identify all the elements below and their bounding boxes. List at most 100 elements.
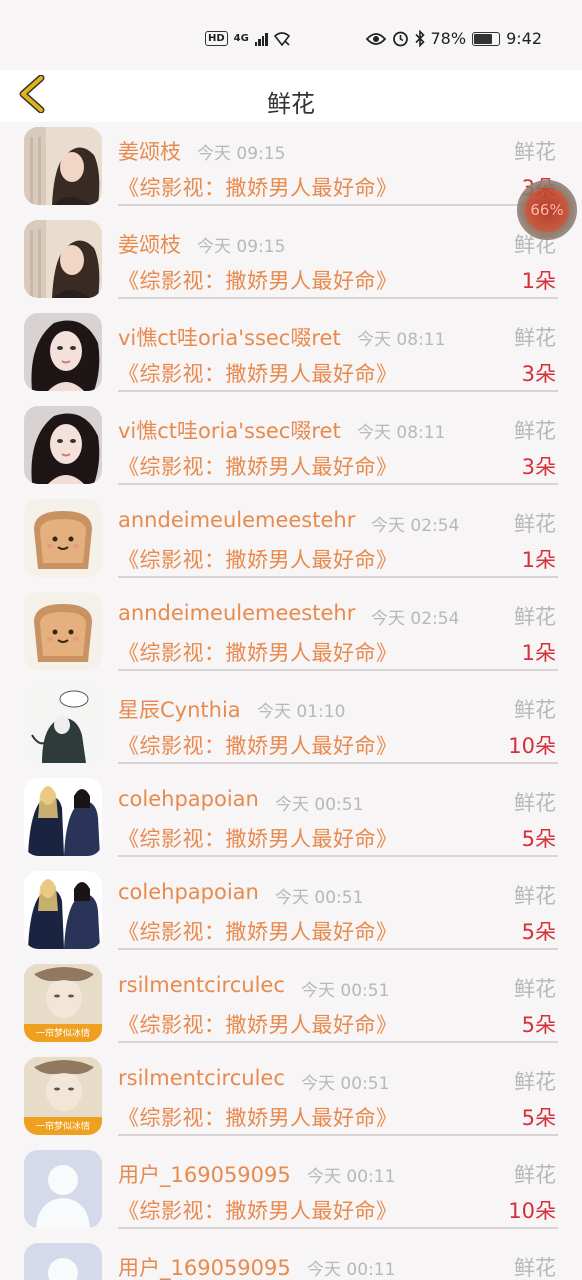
book-title[interactable]: 《综影视：撒娇男人最好命》 bbox=[118, 730, 398, 760]
user-name[interactable]: colehpapoian bbox=[118, 787, 259, 811]
signal-icon bbox=[254, 32, 268, 46]
floating-progress-badge[interactable]: 66% bbox=[517, 180, 577, 240]
book-title[interactable]: 《综影视：撒娇男人最好命》 bbox=[118, 358, 398, 388]
avatar[interactable] bbox=[24, 1243, 102, 1280]
avatar[interactable] bbox=[24, 685, 102, 763]
app-header: 鲜花 bbox=[0, 70, 582, 122]
row-divider bbox=[118, 576, 558, 578]
user-name[interactable]: rsilmentcirculec bbox=[118, 973, 285, 997]
flower-count: 1朵 bbox=[521, 269, 556, 293]
flower-count: 3朵 bbox=[521, 362, 556, 386]
user-name[interactable]: vi憔ct哇oria'ssec啜ret bbox=[118, 322, 341, 352]
list-item[interactable]: 用户_169059095今天 00:11鲜花《综影视：撒娇男人最好命》10朵 bbox=[0, 1238, 582, 1280]
avatar[interactable] bbox=[24, 778, 102, 856]
avatar[interactable] bbox=[24, 127, 102, 205]
row-divider bbox=[118, 483, 558, 485]
book-title[interactable]: 《综影视：撒娇男人最好命》 bbox=[118, 823, 398, 853]
avatar[interactable]: 一帘梦似冰情 bbox=[24, 964, 102, 1042]
wifi-off-icon bbox=[273, 31, 290, 46]
timestamp: 今天 00:51 bbox=[301, 981, 390, 1001]
status-bar: HD 4G 78% 9:42 bbox=[0, 0, 582, 70]
avatar[interactable] bbox=[24, 313, 102, 391]
flower-count: 1朵 bbox=[521, 548, 556, 572]
timestamp: 今天 09:15 bbox=[197, 237, 286, 257]
eye-icon bbox=[365, 32, 386, 45]
user-name[interactable]: anndeimeulemeestehr bbox=[118, 508, 355, 532]
timestamp: 今天 00:11 bbox=[307, 1260, 396, 1280]
avatar-caption: 一帘梦似冰情 bbox=[35, 1029, 90, 1039]
gift-type: 鲜花 bbox=[514, 419, 556, 443]
list-item[interactable]: colehpapoian 今天 00:51 鲜花 《综影视：撒娇男人最好命》 5朵 bbox=[0, 773, 582, 866]
list-item[interactable]: vi憔ct哇oria'ssec啜ret 今天 08:11 鲜花《综影视：撒娇男人最好… bbox=[0, 401, 582, 494]
flower-count: 3朵 bbox=[521, 455, 556, 479]
avatar[interactable]: 一帘梦似冰情 bbox=[24, 1057, 102, 1135]
avatar[interactable] bbox=[24, 220, 102, 298]
user-name[interactable]: colehpapoian bbox=[118, 880, 259, 904]
battery-percent: 78% bbox=[430, 29, 467, 48]
avatar[interactable] bbox=[24, 871, 102, 949]
avatar-caption: 一帘梦似冰情 bbox=[35, 1122, 90, 1132]
hd-indicator: HD bbox=[205, 31, 228, 46]
timestamp: 今天 00:51 bbox=[301, 1074, 390, 1094]
list-item[interactable]: 一帘梦似冰情 rsilmentcirculec 今天 00:51 鲜花《综影视：撒娇男… bbox=[0, 959, 582, 1052]
timestamp: 今天 09:15 bbox=[197, 144, 286, 164]
avatar[interactable] bbox=[24, 499, 102, 577]
list-item[interactable]: 一帘梦似冰情 rsilmentcirculec 今天 00:51 鲜花《综影视：撒娇男… bbox=[0, 1052, 582, 1145]
gift-type: 鲜花 bbox=[514, 326, 556, 350]
book-title[interactable]: 《综影视：撒娇男人最好命》 bbox=[118, 916, 398, 946]
row-divider bbox=[118, 762, 558, 764]
list-item[interactable]: 姜颂枝 今天 09:15 鲜花 《综影视：撒娇男人最好命》 1朵 bbox=[0, 215, 582, 308]
gift-type: 鲜花 bbox=[514, 140, 556, 164]
flower-count: 5朵 bbox=[521, 827, 556, 851]
timestamp: 今天 01:10 bbox=[257, 702, 346, 722]
list-item[interactable]: anndeimeulemeestehr 今天 02:54 鲜花 《综影视：撒娇男人最好… bbox=[0, 587, 582, 680]
row-divider bbox=[118, 1134, 558, 1136]
flower-count: 10朵 bbox=[508, 1199, 556, 1223]
network-type: 4G bbox=[233, 33, 249, 44]
clock: 9:42 bbox=[506, 29, 542, 48]
book-title[interactable]: 《综影视：撒娇男人最好命》 bbox=[118, 544, 398, 574]
book-title[interactable]: 《综影视：撒娇男人最好命》 bbox=[118, 637, 398, 667]
avatar[interactable] bbox=[24, 406, 102, 484]
user-name[interactable]: 用户_169059095 bbox=[118, 1252, 291, 1280]
user-name[interactable]: 星辰Cynthia bbox=[118, 694, 241, 724]
row-divider bbox=[118, 390, 558, 392]
book-title[interactable]: 《综影视：撒娇男人最好命》 bbox=[118, 172, 398, 202]
flower-count: 5朵 bbox=[521, 920, 556, 944]
gift-type: 鲜花 bbox=[514, 1163, 556, 1187]
timestamp: 今天 08:11 bbox=[357, 330, 446, 350]
user-name[interactable]: 用户_169059095 bbox=[118, 1159, 291, 1189]
list-item[interactable]: 星辰Cynthia 今天 01:10 鲜花 《综影视：撒娇男人最好命》 10朵 bbox=[0, 680, 582, 773]
list-item[interactable]: colehpapoian 今天 00:51 鲜花 《综影视：撒娇男人最好命》 5朵 bbox=[0, 866, 582, 959]
avatar[interactable] bbox=[24, 1150, 102, 1228]
flower-count: 5朵 bbox=[521, 1013, 556, 1037]
row-divider bbox=[118, 948, 558, 950]
list-item[interactable]: 用户_169059095今天 00:11鲜花《综影视：撒娇男人最好命》10朵 bbox=[0, 1145, 582, 1238]
row-divider bbox=[118, 297, 558, 299]
list-item[interactable]: 姜颂枝今天 09:15鲜花《综影视：撒娇男人最好命》3朵 bbox=[0, 122, 582, 215]
book-title[interactable]: 《综影视：撒娇男人最好命》 bbox=[118, 1009, 398, 1039]
page-title: 鲜花 bbox=[267, 90, 315, 118]
gift-type: 鲜花 bbox=[514, 512, 556, 536]
avatar[interactable] bbox=[24, 592, 102, 670]
timestamp: 今天 02:54 bbox=[371, 609, 460, 629]
gift-type: 鲜花 bbox=[514, 1256, 556, 1280]
row-divider bbox=[118, 669, 558, 671]
timestamp: 今天 08:11 bbox=[357, 423, 446, 443]
gift-type: 鲜花 bbox=[514, 698, 556, 722]
book-title[interactable]: 《综影视：撒娇男人最好命》 bbox=[118, 451, 398, 481]
book-title[interactable]: 《综影视：撒娇男人最好命》 bbox=[118, 265, 398, 295]
list-item[interactable]: vi憔ct哇oria'ssec啜ret 今天 08:11 鲜花《综影视：撒娇男人最好… bbox=[0, 308, 582, 401]
flower-count: 1朵 bbox=[521, 641, 556, 665]
floating-badge-value: 66% bbox=[530, 201, 564, 219]
user-name[interactable]: 姜颂枝 bbox=[118, 229, 181, 259]
user-name[interactable]: vi憔ct哇oria'ssec啜ret bbox=[118, 415, 341, 445]
user-name[interactable]: anndeimeulemeestehr bbox=[118, 601, 355, 625]
book-title[interactable]: 《综影视：撒娇男人最好命》 bbox=[118, 1102, 398, 1132]
list-item[interactable]: anndeimeulemeestehr 今天 02:54 鲜花 《综影视：撒娇男人最好… bbox=[0, 494, 582, 587]
user-name[interactable]: rsilmentcirculec bbox=[118, 1066, 285, 1090]
gift-type: 鲜花 bbox=[514, 1070, 556, 1094]
book-title[interactable]: 《综影视：撒娇男人最好命》 bbox=[118, 1195, 398, 1225]
user-name[interactable]: 姜颂枝 bbox=[118, 136, 181, 166]
gift-type: 鲜花 bbox=[514, 977, 556, 1001]
